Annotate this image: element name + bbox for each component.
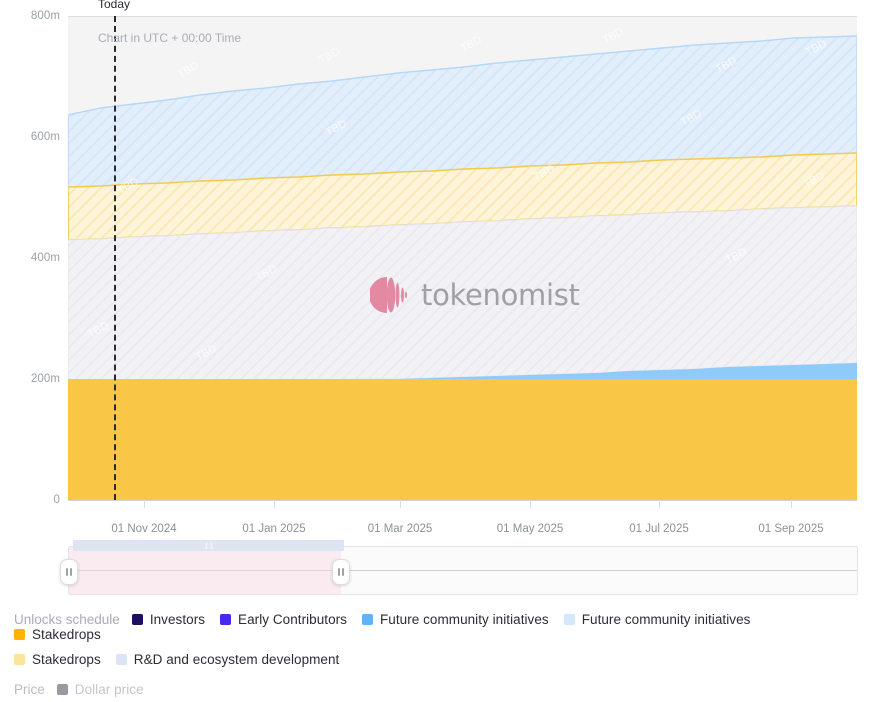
plot-area[interactable]: TBD TBD TBD TBD TBD TBD TBD TBD TBD TBD …: [68, 16, 857, 500]
legend-swatch-icon-rnd-ecosystem: [115, 653, 127, 665]
legend-item-future-community-initiatives-light[interactable]: Future community initiatives: [563, 612, 751, 627]
x-axis-tick-jan-2025: 01 Jan 2025: [242, 523, 306, 535]
legend-item-stakedrops-solid[interactable]: Stakedrops: [14, 627, 101, 642]
legend-swatch-icon-early-contributors: [220, 614, 232, 625]
axis-baseline: [68, 500, 857, 501]
legend-item-early-contributors[interactable]: Early Contributors: [220, 612, 347, 627]
x-axis-tickmark-5: [659, 500, 660, 508]
navigator-drag-bar-grip-icon: [205, 542, 212, 549]
legend-swatch-icon-future-community-light: [563, 614, 575, 625]
svg-text:TBD: TBD: [601, 26, 626, 47]
navigator-selected-range[interactable]: [69, 540, 344, 595]
legend-row-unlocks-1: Unlocks schedule Investors Early Contrib…: [0, 612, 881, 642]
legend-item-stakedrops-light[interactable]: Stakedrops: [14, 652, 101, 667]
navigator-handle-left[interactable]: [60, 559, 78, 585]
legend-item-future-community-initiatives-solid[interactable]: Future community initiatives: [362, 612, 549, 627]
y-axis-tick-0: 0: [53, 494, 60, 506]
x-axis-tick-nov-2024: 01 Nov 2024: [111, 523, 177, 535]
utc-timezone-note: Chart in UTC + 00:00 Time: [98, 31, 242, 45]
legend-label-stakedrops-light: Stakedrops: [32, 651, 101, 667]
legend-row-unlocks-2: Stakedrops R&D and ecosystem development: [0, 646, 881, 672]
grip-line-icon: [342, 568, 344, 576]
legend-group-title-price: Price: [14, 681, 45, 697]
legend-label-future-community-initiatives-solid: Future community initiatives: [380, 612, 549, 627]
y-axis-tick-200m: 200m: [30, 373, 60, 385]
x-axis-tick-may-2025: 01 May 2025: [496, 523, 564, 535]
legend-label-dollar-price: Dollar price: [74, 681, 144, 697]
y-axis-tick-400m: 400m: [30, 252, 60, 264]
grip-line-icon: [338, 568, 340, 576]
legend-label-future-community-initiatives-light: Future community initiatives: [581, 612, 751, 627]
x-axis-tick-jul-2025: 01 Jul 2025: [629, 523, 689, 535]
x-axis-tickmark-2: [274, 500, 275, 508]
legend-swatch-icon-investors: [131, 614, 143, 625]
grip-line-icon: [66, 568, 68, 576]
legend-label-investors: Investors: [149, 612, 206, 627]
legend-label-rnd-ecosystem-development: R&D and ecosystem development: [133, 651, 340, 667]
range-selector[interactable]: [60, 540, 858, 595]
legend-group-title-unlocks: Unlocks schedule: [14, 612, 120, 627]
grip-line-icon: [70, 568, 72, 576]
legend-swatch-icon-stakedrops-solid: [14, 629, 25, 640]
x-axis-tickmark-3: [400, 500, 401, 508]
y-axis-tick-600m: 600m: [30, 131, 60, 143]
legend-item-investors[interactable]: Investors: [131, 612, 206, 627]
legend-label-early-contributors: Early Contributors: [238, 612, 347, 627]
legend-swatch-icon-future-community-solid: [362, 614, 373, 625]
legend-swatch-icon-dollar-price: [56, 683, 68, 695]
legend-swatch-icon-stakedrops-light: [14, 653, 25, 665]
unlocks-chart: TBD TBD TBD TBD TBD TBD TBD TBD TBD TBD …: [0, 0, 881, 540]
stacked-area-svg: TBD TBD TBD TBD TBD TBD TBD TBD TBD TBD …: [68, 16, 857, 500]
legend-item-dollar-price[interactable]: Dollar price: [56, 681, 144, 697]
today-marker-line: [114, 16, 116, 500]
navigator-handle-right[interactable]: [332, 559, 350, 585]
series-stakedrops-solid: [68, 379, 857, 500]
legend-label-stakedrops-solid: Stakedrops: [32, 627, 101, 642]
today-marker-label: Today: [97, 0, 131, 11]
x-axis-tickmark-4: [530, 500, 531, 508]
navigator-drag-bar[interactable]: [73, 540, 344, 551]
svg-text:TBD: TBD: [459, 34, 484, 55]
x-axis-tickmark-1: [144, 500, 145, 508]
svg-text:TBD: TBD: [176, 60, 201, 81]
x-axis-tickmark-6: [791, 500, 792, 508]
svg-text:TBD: TBD: [317, 46, 342, 67]
legend-item-rnd-ecosystem-development[interactable]: R&D and ecosystem development: [115, 651, 340, 667]
x-axis-tick-mar-2025: 01 Mar 2025: [367, 523, 433, 535]
x-axis-tick-sep-2025: 01 Sep 2025: [758, 523, 824, 535]
y-axis-tick-800m: 800m: [30, 10, 60, 22]
legend-row-price: Price Dollar price: [0, 676, 881, 702]
